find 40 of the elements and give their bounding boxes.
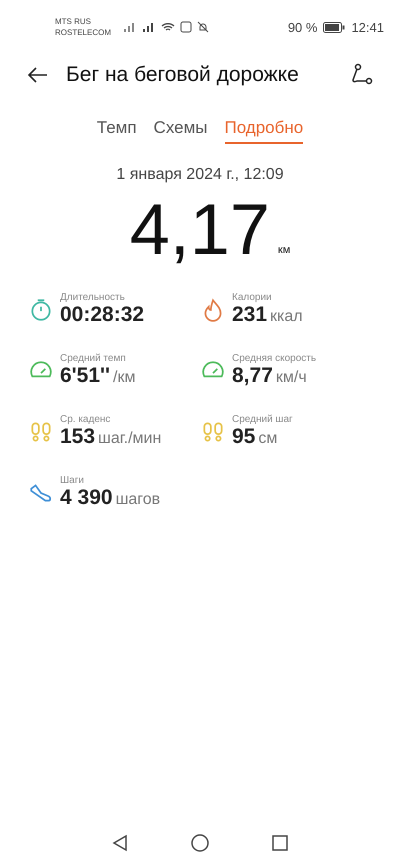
metric-value: 8,77	[232, 364, 273, 388]
back-nav-icon[interactable]	[111, 834, 129, 852]
battery-icon	[323, 22, 346, 32]
metric-value: 95	[232, 425, 256, 449]
metric-unit: шаг./мин	[98, 430, 162, 448]
metric-label: Средний шаг	[232, 414, 293, 425]
signal-icon	[142, 21, 156, 33]
metric-unit: см	[258, 430, 278, 448]
tab[interactable]: Темп	[96, 118, 137, 144]
metric-label: Длительность	[60, 292, 126, 303]
tab[interactable]: Схемы	[154, 118, 208, 144]
metric-unit: ккал	[270, 308, 303, 326]
carrier-name: ROSTELECOM	[55, 27, 112, 38]
signal-icon	[123, 21, 137, 33]
page-title: Бег на беговой дорожке	[66, 63, 300, 87]
nfc-icon	[180, 21, 192, 33]
workout-date: 1 января 2024 г., 12:09	[115, 166, 285, 184]
route-icon[interactable]	[350, 63, 374, 87]
metric-label: Шаги	[60, 475, 85, 486]
bell-off-icon	[197, 21, 209, 33]
distance-unit: км	[278, 244, 290, 256]
metric-value: 00:28:32	[60, 303, 144, 327]
wifi-icon	[161, 21, 175, 33]
metric-unit: /км	[113, 369, 136, 387]
metric-value: 4 390	[60, 486, 113, 510]
distance-value: 4,17	[130, 190, 270, 270]
clock-time: 12:41	[351, 20, 384, 34]
metric-label: Ср. каденс	[60, 414, 112, 425]
metric-value: 6'51''	[60, 364, 110, 388]
metric-label: Калории	[232, 292, 273, 303]
home-nav-icon[interactable]	[191, 834, 209, 852]
carrier-name: MTS RUS	[55, 16, 92, 27]
metric-value: 231	[232, 303, 268, 327]
metric-unit: км/ч	[276, 369, 307, 387]
recents-nav-icon[interactable]	[271, 834, 289, 852]
metric-unit: шагов	[116, 491, 160, 509]
battery-percent: 90 %	[288, 20, 318, 34]
metric-label: Средний темп	[60, 353, 127, 364]
metric-label: Средняя скорость	[232, 353, 316, 364]
metric-value: 153	[60, 425, 96, 449]
